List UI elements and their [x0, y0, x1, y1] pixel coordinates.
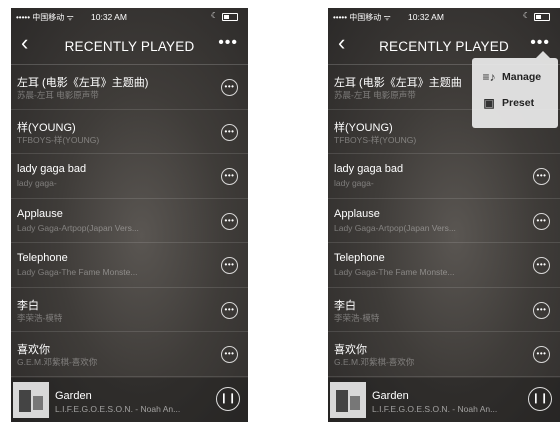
song-row[interactable]: 李白 李荣浩-模特 ••• [11, 288, 248, 332]
song-artist: lady gaga- [17, 178, 57, 188]
now-playing-bar[interactable]: Garden L.I.F.E.G.O.E.S.O.N. - Noah An...… [328, 378, 560, 422]
song-row[interactable]: 样(YOUNG) TFBOYS-样(YOUNG) ••• [11, 110, 248, 154]
song-row[interactable]: 左耳 (电影《左耳》主题曲) 苏晨-左耳 电影原声带 ••• [11, 65, 248, 110]
song-options-icon[interactable]: ••• [533, 212, 550, 230]
status-time: 10:32 AM [91, 12, 127, 22]
song-title: 李白 [334, 299, 356, 312]
song-options-icon[interactable]: ••• [221, 301, 238, 319]
song-title: 样(YOUNG) [17, 121, 76, 134]
battery-icon [222, 13, 238, 21]
status-bar: ••••• 中国移动 ᯤ 10:32 AM ☾ [11, 8, 248, 26]
song-title: Telephone [17, 252, 68, 264]
menu-item-preset[interactable]: ▣ Preset [472, 92, 558, 118]
song-options-icon[interactable]: ••• [221, 257, 238, 274]
song-row[interactable]: Applause Lady Gaga-Artpop(Japan Vers... ••… [328, 199, 560, 243]
nav-header: ‹ RECENTLY PLAYED ••• [11, 26, 248, 65]
moon-icon: ☾ [522, 11, 530, 20]
song-row[interactable]: 李白 李荣浩-模特 ••• [328, 288, 560, 332]
now-playing-bar[interactable]: Garden L.I.F.E.G.O.E.S.O.N. - Noah An...… [11, 378, 248, 422]
menu-item-label: Preset [502, 97, 535, 109]
menu-item-label: Manage [502, 71, 542, 83]
song-options-icon[interactable]: ••• [221, 123, 238, 141]
song-row[interactable]: 喜欢你 G.E.M.邓紫棋-喜欢你 ••• [11, 332, 248, 377]
song-row[interactable]: lady gaga bad lady gaga- ••• [328, 154, 560, 199]
page-title: RECENTLY PLAYED [379, 39, 509, 54]
song-options-icon[interactable]: ••• [533, 346, 550, 363]
pause-button[interactable]: ❙❙ [216, 387, 240, 411]
song-title: lady gaga bad [17, 163, 87, 175]
song-artist: G.E.M.邓紫棋-喜欢你 [17, 357, 98, 367]
battery-icon [534, 13, 550, 21]
song-artist: Lady Gaga-Artpop(Japan Vers... [17, 222, 139, 233]
song-artist: Lady Gaga-The Fame Monste... [334, 267, 455, 277]
song-title: 喜欢你 [334, 344, 367, 356]
more-options-button[interactable]: ••• [530, 34, 550, 52]
moon-icon: ☾ [210, 11, 218, 20]
song-options-icon[interactable]: ••• [221, 168, 238, 185]
preset-icon: ▣ [483, 96, 495, 110]
pause-button[interactable]: ❙❙ [528, 387, 552, 411]
song-options-icon[interactable]: ••• [221, 79, 238, 96]
phone-screen-left: ••••• 中国移动 ᯤ 10:32 AM ☾ ‹ RECENTLY PLAYE… [11, 8, 248, 422]
more-options-menu: ≡♪ Manage ▣ Preset [472, 51, 558, 128]
song-artist: Lady Gaga-The Fame Monste... [17, 267, 138, 277]
song-options-icon[interactable]: ••• [533, 301, 550, 319]
song-title: 左耳 (电影《左耳》主题曲) [17, 77, 149, 89]
carrier-signal: ••••• 中国移动 ᯤ [16, 13, 74, 22]
song-row[interactable]: 喜欢你 G.E.M.邓紫棋-喜欢你 ••• [328, 332, 560, 377]
album-art [330, 382, 366, 418]
carrier-signal: ••••• 中国移动 ᯤ [333, 13, 391, 22]
song-options-icon[interactable]: ••• [533, 168, 550, 185]
song-artist: 李荣浩-模特 [334, 312, 380, 323]
song-artist: 李荣浩-模特 [17, 312, 63, 323]
song-row[interactable]: Applause Lady Gaga-Artpop(Japan Vers... ••… [11, 199, 248, 243]
phone-screen-right: ••••• 中国移动 ᯤ 10:32 AM ☾ ‹ RECENTLY PLAYE… [328, 8, 560, 422]
recently-played-list: 左耳 (电影《左耳》主题曲) 苏晨-左耳 电影原声带 ••• 样(YOUNG) TFB… [11, 65, 248, 377]
more-options-button[interactable]: ••• [218, 34, 238, 52]
page-title: RECENTLY PLAYED [64, 39, 195, 54]
song-artist: 苏晨-左耳 电影原声带 [17, 90, 99, 100]
song-artist: lady gaga- [334, 178, 374, 188]
song-options-icon[interactable]: ••• [221, 212, 238, 230]
song-artist: Lady Gaga-Artpop(Japan Vers... [334, 222, 456, 233]
status-time: 10:32 AM [408, 12, 444, 22]
song-title: Applause [334, 207, 380, 220]
song-artist: G.E.M.邓紫棋-喜欢你 [334, 357, 415, 367]
album-art [13, 382, 49, 418]
status-bar: ••••• 中国移动 ᯤ 10:32 AM ☾ [328, 8, 560, 26]
song-row[interactable]: lady gaga bad lady gaga- ••• [11, 154, 248, 199]
song-title: Telephone [334, 252, 385, 264]
song-row[interactable]: Telephone Lady Gaga-The Fame Monste... ••• [328, 243, 560, 288]
now-playing-title: Garden [55, 390, 92, 402]
song-title: lady gaga bad [334, 163, 404, 175]
song-options-icon[interactable]: ••• [533, 257, 550, 274]
song-artist: TFBOYS-样(YOUNG) [334, 134, 417, 145]
song-title: 喜欢你 [17, 344, 50, 356]
now-playing-title: Garden [372, 390, 409, 402]
song-title: Applause [17, 207, 63, 220]
now-playing-artist: L.I.F.E.G.O.E.S.O.N. - Noah An... [55, 404, 181, 414]
manage-playlist-icon: ≡♪ [482, 70, 496, 84]
song-row[interactable]: Telephone Lady Gaga-The Fame Monste... ••• [11, 243, 248, 288]
menu-item-manage[interactable]: ≡♪ Manage [472, 66, 558, 92]
song-title: 李白 [17, 299, 39, 312]
now-playing-artist: L.I.F.E.G.O.E.S.O.N. - Noah An... [372, 404, 498, 414]
song-artist: TFBOYS-样(YOUNG) [17, 134, 100, 145]
song-options-icon[interactable]: ••• [221, 346, 238, 363]
